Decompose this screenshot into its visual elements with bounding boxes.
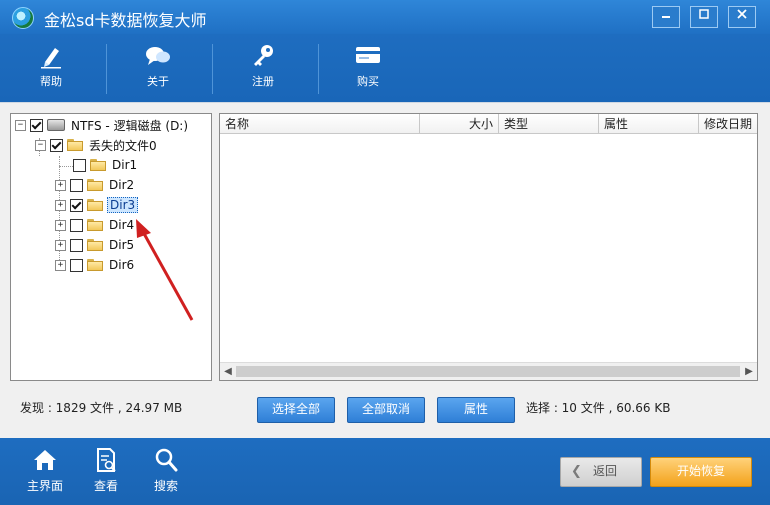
tree-checkbox[interactable] [70, 238, 83, 252]
tree-checkbox[interactable] [50, 138, 63, 152]
app-window: 金松sd卡数据恢复大师 帮助 关于 注册 购买 − NTFS - 逻辑磁盘 (D… [0, 0, 770, 505]
column-header-name[interactable]: 名称 [220, 114, 420, 134]
tree-checkbox[interactable] [70, 218, 83, 232]
tree-item-dir4[interactable]: + Dir4 [55, 216, 136, 234]
folder-icon [87, 179, 103, 191]
minimize-button[interactable] [652, 6, 680, 28]
home-icon [34, 450, 56, 470]
column-header-type[interactable]: 类型 [499, 114, 599, 134]
view-button[interactable]: 查看 [81, 446, 131, 501]
expand-icon[interactable]: + [55, 219, 66, 231]
collapse-icon[interactable]: − [35, 139, 46, 151]
tree-line [59, 166, 73, 167]
toolbar-divider [318, 44, 319, 94]
search-label: 搜索 [153, 479, 178, 493]
buy-label: 购买 [357, 75, 379, 88]
tree-item-label: 丢失的文件0 [89, 138, 157, 153]
chevron-left-icon: ❮ [571, 464, 582, 479]
scroll-left-icon[interactable]: ◀ [221, 364, 235, 379]
tree-item-label: Dir1 [112, 158, 138, 172]
buy-button[interactable]: 购买 [323, 40, 413, 96]
disk-icon [47, 119, 65, 131]
folder-icon [87, 219, 103, 231]
about-button[interactable]: 关于 [113, 40, 203, 96]
bottom-bar: 主界面 查看 搜索 ❮ 返回 开始恢复 [0, 438, 770, 505]
maximize-icon [699, 9, 709, 19]
scrollbar-thumb[interactable] [236, 366, 740, 377]
toolbar-divider [106, 44, 107, 94]
app-logo-icon [12, 7, 34, 29]
help-button[interactable]: 帮助 [6, 40, 96, 96]
tree-item-label: Dir3 [107, 197, 139, 213]
select-all-button[interactable]: 选择全部 [257, 397, 335, 423]
search-icon [155, 448, 178, 472]
tree-checkbox[interactable] [30, 118, 43, 132]
properties-button[interactable]: 属性 [437, 397, 515, 423]
back-label: 返回 [593, 464, 618, 478]
expand-icon[interactable]: + [55, 239, 66, 251]
start-recovery-button[interactable]: 开始恢复 [650, 457, 752, 487]
tree-item-label: NTFS - 逻辑磁盘 (D:) [71, 118, 189, 133]
register-button[interactable]: 注册 [218, 40, 308, 96]
folder-icon [87, 199, 103, 211]
found-status: 发现 : 1829 文件 , 24.97 MB [20, 401, 183, 415]
folder-icon [67, 139, 83, 151]
tree-checkbox[interactable] [70, 178, 83, 192]
column-header-modified[interactable]: 修改日期 [699, 114, 757, 134]
expand-icon[interactable]: + [55, 259, 66, 271]
folder-tree[interactable]: − NTFS - 逻辑磁盘 (D:) − 丢失的文件0 Dir1 + Dir2 … [10, 113, 212, 381]
tree-checkbox[interactable] [73, 158, 86, 172]
about-label: 关于 [147, 75, 169, 88]
folder-icon [90, 159, 106, 171]
maximize-button[interactable] [690, 6, 718, 28]
tree-item-dir6[interactable]: + Dir6 [55, 256, 136, 274]
horizontal-scrollbar[interactable]: ◀ ▶ [220, 362, 757, 380]
search-button[interactable]: 搜索 [141, 446, 191, 501]
expand-icon[interactable]: + [55, 199, 66, 211]
view-label: 查看 [93, 479, 118, 493]
tree-item-dir1[interactable]: Dir1 [73, 156, 139, 174]
minimize-icon [662, 16, 670, 18]
tree-item-dir2[interactable]: + Dir2 [55, 176, 136, 194]
register-label: 注册 [252, 75, 274, 88]
folder-icon [87, 239, 103, 251]
tree-item-lost-files[interactable]: − 丢失的文件0 [35, 136, 159, 154]
column-header-attributes[interactable]: 属性 [599, 114, 699, 134]
scroll-right-icon[interactable]: ▶ [742, 364, 756, 379]
column-header-size[interactable]: 大小 [420, 114, 499, 134]
pen-icon [41, 48, 61, 69]
chat-bubbles-icon [146, 47, 170, 65]
cancel-all-button[interactable]: 全部取消 [347, 397, 425, 423]
card-icon [356, 47, 380, 63]
main-area: − NTFS - 逻辑磁盘 (D:) − 丢失的文件0 Dir1 + Dir2 … [0, 102, 770, 439]
tree-checkbox[interactable] [70, 198, 83, 212]
close-button[interactable] [728, 6, 756, 28]
file-list[interactable]: 名称 大小 类型 属性 修改日期 ◀ ▶ [219, 113, 758, 381]
key-icon [254, 45, 273, 66]
collapse-icon[interactable]: − [15, 119, 26, 131]
back-button[interactable]: ❮ 返回 [560, 457, 642, 487]
tree-item-dir3[interactable]: + Dir3 [55, 196, 139, 214]
selected-status: 选择 : 10 文件 , 60.66 KB [526, 401, 671, 415]
document-search-icon [97, 448, 116, 472]
toolbar: 帮助 关于 注册 购买 [0, 34, 770, 102]
tree-item-dir5[interactable]: + Dir5 [55, 236, 136, 254]
tree-item-label: Dir6 [109, 258, 135, 272]
expand-icon[interactable]: + [55, 179, 66, 191]
tree-item-label: Dir2 [109, 178, 135, 192]
window-title: 金松sd卡数据恢复大师 [44, 11, 207, 30]
tree-item-label: Dir4 [109, 218, 135, 232]
help-label: 帮助 [40, 75, 62, 88]
folder-icon [87, 259, 103, 271]
home-label: 主界面 [26, 479, 63, 493]
toolbar-divider [212, 44, 213, 94]
tree-checkbox[interactable] [70, 258, 83, 272]
title-bar[interactable]: 金松sd卡数据恢复大师 [0, 0, 770, 34]
close-icon [737, 9, 747, 19]
tree-item-label: Dir5 [109, 238, 135, 252]
home-button[interactable]: 主界面 [20, 446, 70, 501]
tree-item-root[interactable]: − NTFS - 逻辑磁盘 (D:) [15, 116, 190, 134]
